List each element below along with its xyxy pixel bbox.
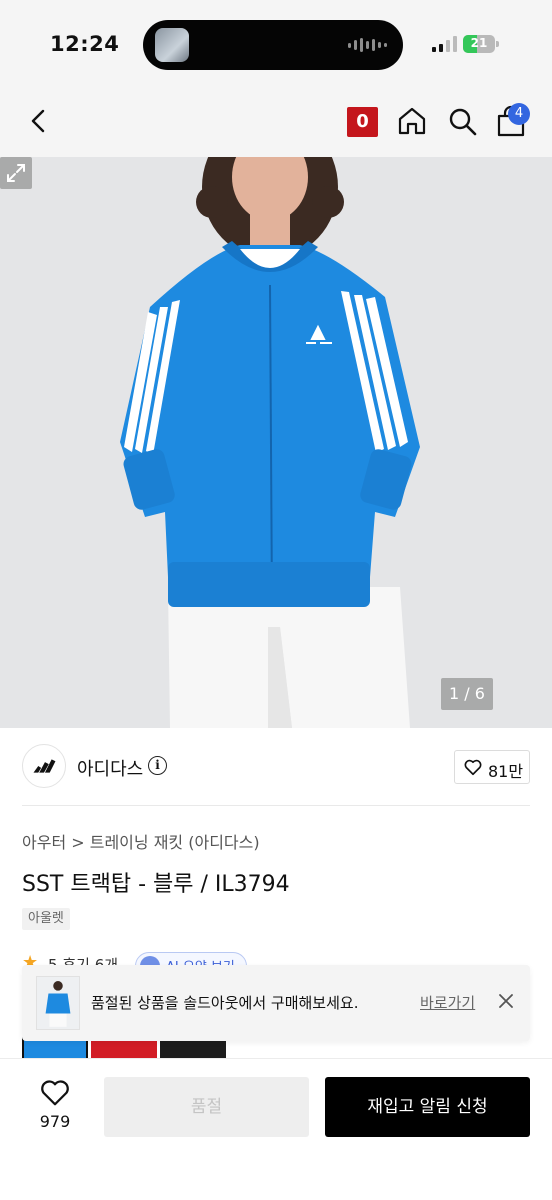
bag-count-badge: 4: [508, 103, 530, 125]
product-photo: [120, 157, 420, 728]
info-icon[interactable]: i: [148, 756, 167, 775]
brand-like-button[interactable]: 81만: [454, 750, 530, 784]
wishlist-button[interactable]: 979: [32, 1079, 78, 1133]
search-icon[interactable]: [446, 105, 478, 137]
soldout-toast: 품절된 상품을 솔드아웃에서 구매해보세요. 바로가기: [22, 965, 530, 1041]
audio-wave-icon: [348, 37, 387, 53]
breadcrumb[interactable]: 아우터 > 트레이닝 재킷 (아디다스): [22, 829, 260, 853]
product-image-gallery[interactable]: 1 / 6: [0, 157, 552, 728]
adidas-logo-icon[interactable]: [22, 744, 66, 788]
restock-alert-button[interactable]: 재입고 알림 신청: [325, 1077, 530, 1137]
home-icon[interactable]: [396, 105, 428, 137]
product-title: SST 트랙탑 - 블루 / IL3794: [22, 872, 290, 897]
soldout-button: 품절: [104, 1077, 309, 1137]
brand-logo-button[interactable]: 0: [347, 107, 378, 137]
close-icon[interactable]: [496, 991, 516, 1011]
wishlist-count: 979: [39, 1112, 71, 1131]
app-header: 0: [0, 90, 552, 157]
dynamic-island: [143, 20, 403, 70]
divider: [22, 805, 530, 806]
bottom-action-bar: 979 품절 재입고 알림 신청: [0, 1058, 552, 1200]
toast-product-thumbnail: [36, 976, 80, 1030]
status-bar: 12:24 21: [0, 0, 552, 90]
brand-like-count: 81만: [488, 762, 524, 781]
image-counter: 1 / 6: [441, 678, 493, 710]
heart-icon: [464, 759, 482, 776]
brand-name[interactable]: 아디다스: [77, 755, 143, 781]
now-playing-thumbnail: [155, 28, 189, 62]
back-arrow-icon[interactable]: [24, 106, 54, 136]
toast-message: 품절된 상품을 솔드아웃에서 구매해보세요.: [91, 994, 359, 1012]
heart-icon: [41, 1080, 69, 1106]
clock: 12:24: [50, 32, 120, 56]
outlet-tag: 아울렛: [22, 908, 70, 930]
toast-shortcut-link[interactable]: 바로가기: [420, 992, 475, 1013]
brand-row: 아디다스 i 81만: [22, 744, 530, 790]
battery-icon: 21: [463, 35, 499, 53]
expand-icon[interactable]: [0, 157, 32, 189]
battery-level: 21: [470, 36, 488, 50]
signal-icon: [432, 36, 457, 52]
